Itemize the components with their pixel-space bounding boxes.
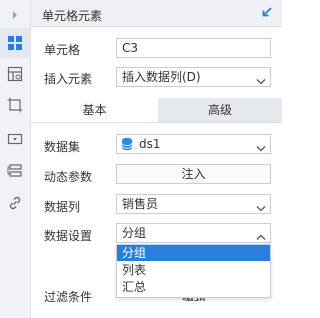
expand-arrow-icon[interactable] [0, 0, 30, 30]
chevron-down-icon [256, 73, 266, 91]
dropdown-option[interactable]: 汇总 [117, 279, 270, 295]
data-setting-select[interactable]: 分组 [116, 223, 271, 243]
database-icon [121, 137, 133, 156]
dynamic-param-label: 动态参数 [44, 170, 93, 184]
condition-attribute-icon[interactable] [0, 156, 30, 186]
panel-header: 单元格元素 [31, 0, 282, 27]
data-column-label: 数据列 [44, 200, 81, 214]
chevron-down-icon [256, 140, 266, 158]
dataset-label: 数据集 [44, 140, 81, 154]
cell-element-icon[interactable] [0, 28, 30, 58]
dropdown-option[interactable]: 列表 [117, 262, 270, 278]
dropdown-option[interactable]: 分组 [117, 245, 270, 261]
data-setting-dropdown: 分组 列表 汇总 [116, 244, 271, 298]
sidebar [0, 0, 31, 318]
cell-element-panel: 单元格元素 单元格 C3 插入元素 插入数据列(D) 基本 高级 数据集 ds1… [31, 0, 282, 318]
data-column-value: 销售员 [122, 197, 159, 211]
collapse-arrow-icon[interactable] [260, 5, 274, 22]
chevron-down-icon [256, 200, 266, 218]
inject-button[interactable]: 注入 [116, 164, 271, 184]
widget-icon[interactable] [0, 124, 30, 154]
dataset-value: ds1 [139, 137, 161, 151]
hyperlink-icon[interactable] [0, 188, 30, 218]
tab-bar: 基本 高级 [31, 98, 282, 123]
cell-input-value: C3 [122, 41, 139, 55]
insert-element-label: 插入元素 [44, 72, 93, 86]
cell-input[interactable]: C3 [116, 38, 271, 58]
dataset-select[interactable]: ds1 [116, 134, 271, 154]
cell-attribute-icon[interactable] [0, 59, 30, 89]
insert-element-value: 插入数据列(D) [122, 70, 201, 84]
cell-label: 单元格 [44, 43, 81, 57]
tab-basic[interactable]: 基本 [31, 98, 158, 122]
panel-title: 单元格元素 [42, 9, 103, 23]
data-setting-label: 数据设置 [44, 229, 93, 243]
tab-advanced[interactable]: 高级 [158, 98, 282, 122]
cell-style-icon[interactable] [0, 90, 30, 120]
data-setting-value: 分组 [122, 226, 147, 240]
filter-label: 过滤条件 [44, 290, 93, 304]
insert-element-select[interactable]: 插入数据列(D) [116, 67, 271, 87]
data-column-select[interactable]: 销售员 [116, 194, 271, 214]
